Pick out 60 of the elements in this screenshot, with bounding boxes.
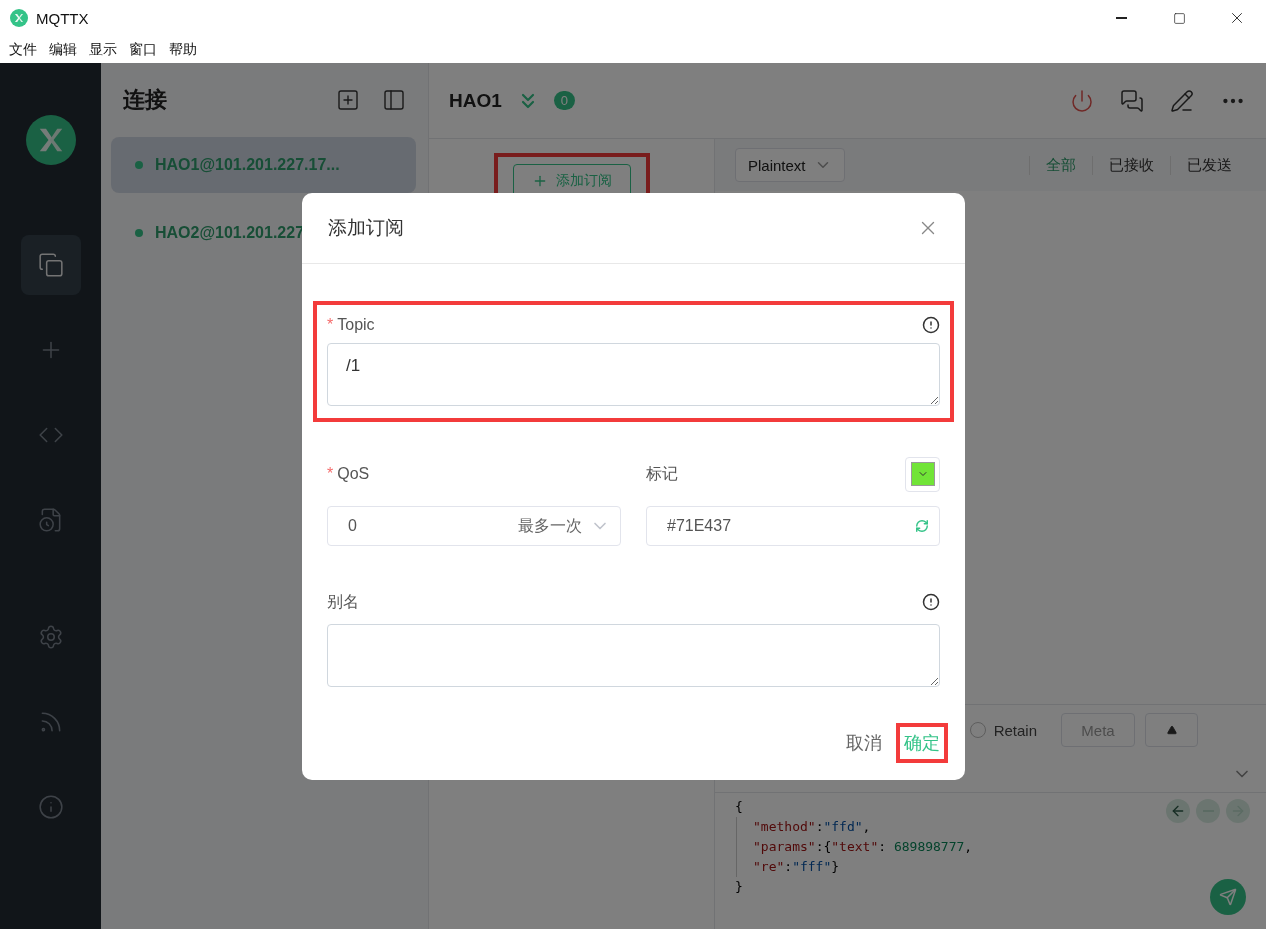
sidebar-toggle-icon[interactable]	[382, 88, 406, 112]
qos-select[interactable]: 0 最多一次	[327, 506, 621, 546]
color-picker[interactable]	[905, 456, 940, 492]
triangle-up-icon	[1166, 725, 1177, 735]
app-logo	[25, 115, 76, 165]
panel-title: 连接	[123, 86, 168, 114]
connection-title: HAO1	[449, 89, 502, 112]
menu-item[interactable]: 显示	[89, 40, 117, 59]
code-line: }	[735, 878, 743, 896]
info-icon[interactable]	[922, 593, 940, 611]
code-line: "params":{"text": 689898777,	[736, 837, 973, 857]
connections-icon	[37, 252, 64, 278]
refresh-icon[interactable]	[915, 519, 929, 533]
settings-icon	[37, 624, 64, 650]
format-select[interactable]: Plaintext	[735, 148, 845, 182]
menu-item[interactable]: 编辑	[49, 40, 77, 59]
menu-item[interactable]: 窗口	[129, 40, 157, 59]
cancel-button[interactable]: 取消	[846, 731, 882, 755]
menu-item[interactable]: 文件	[9, 40, 37, 59]
qos-label: * QoS	[327, 465, 370, 483]
radio-circle[interactable]	[969, 722, 986, 738]
code-line: "method":"ffd",	[736, 817, 871, 837]
send-icon	[1219, 888, 1237, 906]
code-line: {	[735, 798, 743, 816]
info-icon[interactable]	[922, 316, 940, 334]
app-logo	[10, 9, 28, 27]
nav-button[interactable]	[20, 235, 81, 295]
forward-button[interactable]	[1226, 799, 1250, 823]
reset-button[interactable]	[1196, 799, 1220, 823]
filter-tab[interactable]: 已接收	[1092, 155, 1170, 175]
power-icon[interactable]	[1070, 88, 1094, 113]
edit-icon[interactable]	[1170, 88, 1194, 113]
back-button[interactable]	[1166, 799, 1190, 823]
filter-tab[interactable]: 已发送	[1170, 155, 1248, 175]
status-dot	[135, 161, 143, 169]
topic-label: * Topic	[327, 316, 375, 334]
status-dot	[135, 229, 143, 237]
connection-name: HAO2@101.201.227	[155, 224, 305, 242]
expand-button[interactable]	[1145, 713, 1198, 747]
code-line: "re":"fff"}	[736, 857, 840, 877]
dialog-title: 添加订阅	[328, 216, 405, 240]
connection-name: HAO1@101.201.227.17...	[155, 156, 340, 174]
chat-icon[interactable]	[1120, 88, 1144, 113]
payload-editor[interactable]: { "method":"ffd", "params":{"text": 689898777, "re":"fff"} }	[715, 793, 1266, 929]
retain-option[interactable]: Retain	[969, 721, 1037, 739]
add-icon[interactable]	[336, 88, 360, 112]
maximize-icon	[1172, 11, 1186, 25]
menu-item[interactable]: 帮助	[169, 40, 197, 59]
window-title: MQTTX	[36, 9, 90, 27]
mark-label: 标记	[646, 463, 678, 484]
retain-label: Retain	[993, 721, 1037, 739]
message-count: 0	[553, 91, 576, 110]
topic-field[interactable]: /1	[327, 343, 940, 406]
minimize-icon	[1115, 17, 1127, 19]
alias-label: 别名	[327, 591, 359, 612]
alias-field[interactable]	[327, 624, 940, 687]
color-field[interactable]: #71E437	[646, 506, 940, 546]
send-button[interactable]	[1210, 879, 1246, 915]
info-icon	[37, 794, 64, 820]
arrow-left-icon	[1170, 803, 1186, 819]
